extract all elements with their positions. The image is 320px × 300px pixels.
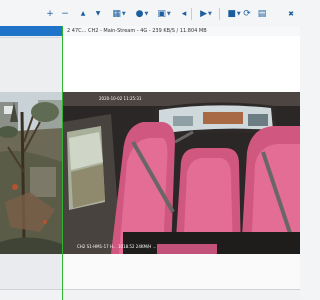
chevron-down-icon: ▼ — [208, 11, 212, 17]
video-timestamp: 2020-10-02 11:25:31 — [99, 96, 142, 101]
pane-splitter[interactable] — [62, 26, 63, 300]
toolbar-divider — [219, 8, 220, 20]
toolbar: + − ▲ ▼ ▦ ▼ ● ▼ ▣ ▼ ◂ ▶ ▼ ■ ▼ ⟳ ▤ ✖ — [0, 0, 300, 26]
stop-icon: ■ — [227, 9, 236, 19]
chevron-down-icon: ▼ — [144, 11, 149, 17]
layout-icon: ▦ — [112, 9, 121, 19]
refresh-icon[interactable]: ⟳ — [242, 8, 252, 20]
car-interior-image — [63, 92, 300, 254]
selected-device-row[interactable] — [0, 26, 63, 36]
play-icon: ▶ — [200, 9, 208, 19]
audio-icon[interactable]: ◂ — [179, 8, 189, 20]
save-icon[interactable]: ▤ — [257, 8, 267, 20]
snapshot-icon: ▣ — [157, 9, 166, 19]
chevron-down-icon: ▼ — [236, 11, 241, 17]
move-up-icon[interactable]: ▲ — [78, 8, 88, 20]
toolbar-divider — [191, 8, 192, 20]
play-button[interactable]: ▶ ▼ — [195, 8, 217, 20]
snapshot-button[interactable]: ▣ ▼ — [153, 8, 175, 20]
video-grid-empty — [63, 36, 300, 92]
move-down-icon[interactable]: ▼ — [93, 8, 103, 20]
layout-button[interactable]: ▦ ▼ — [108, 8, 130, 20]
outdoor-scene-image — [0, 92, 62, 254]
record-button[interactable]: ● ▼ — [131, 8, 153, 20]
tree-separator — [0, 37, 63, 38]
delete-icon[interactable]: ✖ — [286, 8, 296, 20]
chevron-down-icon: ▼ — [166, 11, 171, 17]
channel-info: 2 47C... CH2 - Main-Stream - 4G - 239 KB… — [67, 28, 207, 34]
status-bar — [0, 290, 300, 300]
add-icon[interactable]: + — [45, 8, 55, 20]
video-osd-footer: CH2 S1-HM1-17 H... 1018.52 24KM/H ... — [77, 244, 157, 249]
record-icon: ● — [135, 9, 144, 19]
video-tile-main[interactable]: 2020-10-02 11:25:31 CH2 S1-HM1-17 H... 1… — [63, 92, 300, 254]
chevron-down-icon: ▼ — [121, 11, 126, 17]
remove-icon[interactable]: − — [60, 8, 70, 20]
video-tile-left[interactable] — [0, 92, 62, 254]
